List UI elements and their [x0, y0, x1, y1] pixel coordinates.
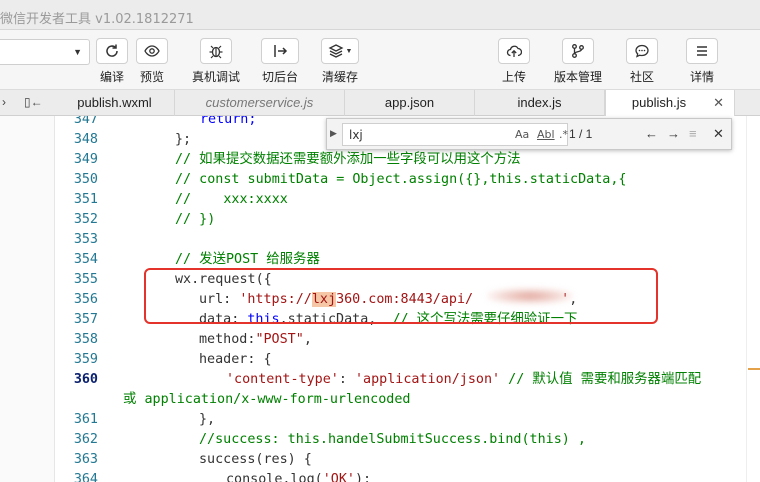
- find-in-selection-icon[interactable]: ≡: [689, 126, 697, 141]
- find-widget: ▶ lxj Aa Abl .* 1 / 1 ← → ≡ ✕: [326, 118, 732, 150]
- toolbar: ▼ 编译 预览 真机调试 切后台 ▼ 清缓存 上传 版本管理 社区 详情: [0, 30, 760, 90]
- community-button[interactable]: 社区: [612, 38, 672, 86]
- whole-word-icon[interactable]: Abl: [537, 128, 555, 141]
- line-number: 347: [73, 116, 98, 127]
- tab-publish-js[interactable]: publish.js ✕: [605, 90, 735, 117]
- tab-publish-wxml[interactable]: publish.wxml: [55, 90, 175, 116]
- tab-index-js[interactable]: index.js: [475, 90, 605, 116]
- tab-customerservice-js[interactable]: customerservice.js: [175, 90, 345, 116]
- editor-scrollbar[interactable]: [746, 116, 760, 482]
- git-branch-icon: [572, 44, 584, 58]
- line-number: 361: [73, 412, 98, 427]
- code-token: 'OK': [322, 472, 355, 482]
- refresh-icon: [106, 44, 118, 57]
- line-number: 351: [73, 192, 98, 207]
- code-token: // 默认值 需要和服务器端匹配: [500, 372, 702, 387]
- previous-match-icon[interactable]: ←: [645, 126, 658, 141]
- code-line: };: [175, 132, 192, 147]
- code-line: success(res) {: [199, 452, 312, 467]
- line-number: 352: [73, 212, 98, 227]
- line-number: 350: [73, 172, 98, 187]
- line-number: 364: [73, 472, 98, 482]
- match-count: 1 / 1: [569, 127, 593, 141]
- menu-icon: [697, 46, 707, 56]
- chevron-right-icon[interactable]: ›: [2, 95, 6, 109]
- code-line: //success: this.handelSubmitSuccess.bind…: [199, 432, 586, 447]
- code-token: );: [355, 472, 372, 482]
- collapse-sidebar-icon[interactable]: ▯←: [24, 95, 43, 109]
- version-management-label: 版本管理: [553, 70, 602, 84]
- mode-dropdown[interactable]: ▼: [0, 39, 90, 65]
- line-number: 353: [73, 232, 98, 247]
- regex-icon[interactable]: .*: [559, 128, 568, 141]
- match-case-icon[interactable]: Aa: [515, 128, 529, 141]
- code-token: method:: [199, 332, 256, 347]
- line-number: 356: [73, 292, 98, 307]
- editor-tab-bar: › ▯← publish.wxml customerservice.js app…: [0, 90, 760, 117]
- line-number: 363: [73, 452, 98, 467]
- clear-cache-label: 清缓存: [321, 70, 358, 84]
- scroll-marker: [748, 368, 760, 370]
- chat-bubble-icon: [635, 44, 649, 58]
- code-line: // 如果提交数据还需要额外添加一些字段可以用这个方法: [175, 152, 521, 167]
- background-button[interactable]: 切后台: [250, 38, 310, 86]
- line-number: 354: [73, 252, 98, 267]
- background-label: 切后台: [261, 70, 298, 84]
- file-tree-panel: [0, 116, 55, 482]
- tab-app-json[interactable]: app.json: [345, 90, 475, 116]
- details-label: 详情: [689, 70, 714, 84]
- annotation-highlight-box: [144, 268, 658, 324]
- real-device-debug-button[interactable]: 真机调试: [186, 38, 246, 86]
- community-label: 社区: [629, 70, 654, 84]
- title-bar: 微信开发者工具 v1.02.1812271: [0, 0, 760, 30]
- code-token: 'content-type': [226, 372, 339, 387]
- code-line-wrapped: 或 application/x-www-form-urlencoded: [123, 392, 411, 407]
- real-device-debug-label: 真机调试: [191, 70, 240, 84]
- line-number: 358: [73, 332, 98, 347]
- caret-down-icon: ▼: [345, 47, 353, 55]
- eye-icon: [144, 45, 160, 57]
- upload-label: 上传: [501, 70, 526, 84]
- code-line: // xxx:xxxx: [175, 192, 288, 207]
- code-line: },: [199, 412, 216, 427]
- bug-icon: [209, 45, 223, 59]
- details-button[interactable]: 详情: [672, 38, 732, 86]
- code-line: header: {: [199, 352, 272, 367]
- code-line: // 发送POST 给服务器: [175, 252, 320, 267]
- code-token: return;: [200, 116, 257, 127]
- preview-button[interactable]: 预览: [122, 38, 182, 86]
- close-find-icon[interactable]: ✕: [713, 126, 724, 142]
- code-token: ,: [303, 332, 312, 347]
- caret-down-icon: ▼: [73, 47, 82, 57]
- window-title: 微信开发者工具 v1.02.1812271: [0, 12, 194, 27]
- close-icon[interactable]: ✕: [713, 90, 724, 116]
- code-line: // const submitData = Object.assign({},t…: [175, 172, 627, 187]
- toggle-replace-icon[interactable]: ▶: [330, 128, 337, 139]
- switch-background-icon: [274, 45, 288, 57]
- line-number: 362: [73, 432, 98, 447]
- line-number: 360: [73, 372, 98, 387]
- preview-label: 预览: [139, 70, 164, 84]
- code-token: :: [338, 372, 355, 387]
- layers-icon: [328, 44, 343, 58]
- code-line: // }): [175, 212, 216, 227]
- line-number: 359: [73, 352, 98, 367]
- line-number: 355: [73, 272, 98, 287]
- line-number: 357: [73, 312, 98, 327]
- find-input[interactable]: lxj Aa Abl .*: [342, 123, 568, 146]
- line-number: 348: [73, 132, 98, 147]
- next-match-icon[interactable]: →: [667, 126, 680, 141]
- line-number: 349: [73, 152, 98, 167]
- upload-button[interactable]: 上传: [484, 38, 544, 86]
- clear-cache-button[interactable]: ▼ 清缓存: [310, 38, 370, 86]
- version-management-button[interactable]: 版本管理: [548, 38, 608, 86]
- code-token: 'application/json': [355, 372, 501, 387]
- cloud-upload-icon: [506, 45, 522, 57]
- code-token: console.log(: [226, 472, 323, 482]
- code-token: "POST": [255, 332, 304, 347]
